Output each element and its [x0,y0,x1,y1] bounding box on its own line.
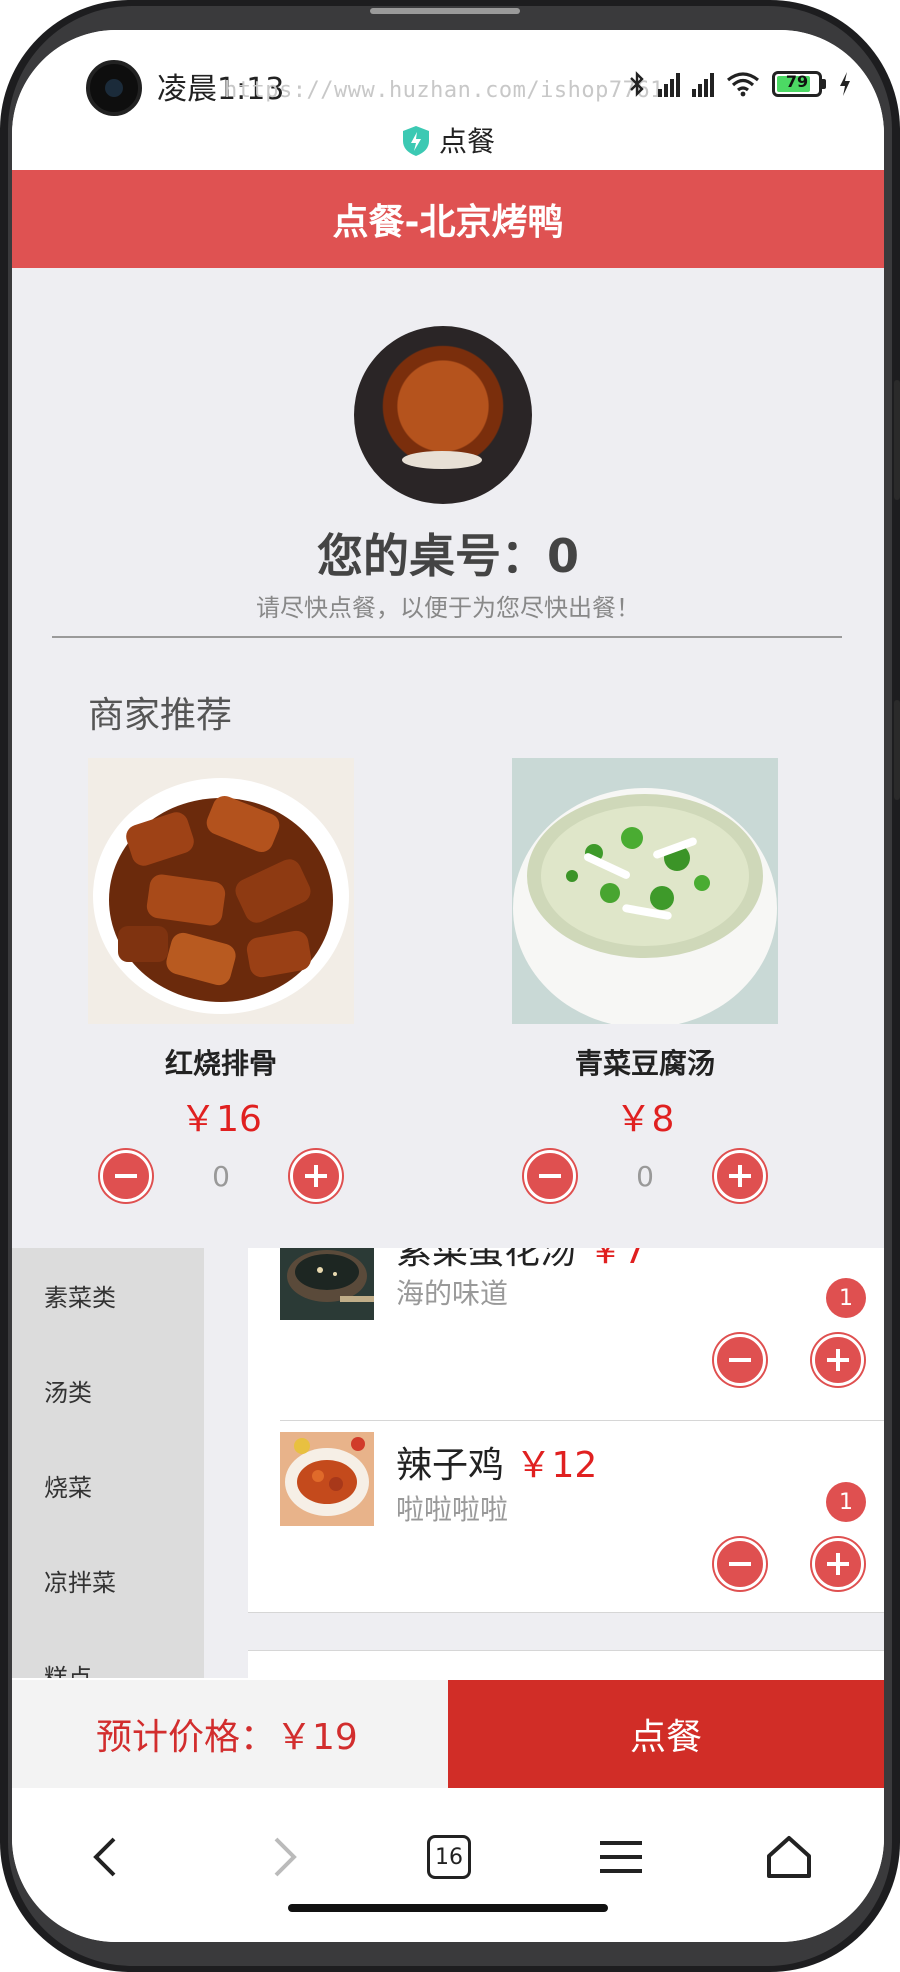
status-bar: 凌晨1:13 https://www.huzhan.com/ishop7761 [12,30,884,170]
battery-icon: 79 [772,71,826,97]
spicy-chicken-image [280,1432,374,1526]
power-button [894,700,900,800]
tofu-soup-image [512,758,778,1024]
plus-button[interactable] [812,1334,864,1386]
main-content: 您的桌号：0 请尽快点餐，以便于为您尽快出餐！ 商家推荐 红烧排骨 ￥16 0 … [12,268,884,1678]
minus-button[interactable] [714,1334,766,1386]
dish-name: 辣子鸡 ￥12 [396,1445,598,1486]
dish-desc: 啦啦啦啦 [396,1493,509,1526]
recommend-name: 红烧排骨 [164,1047,277,1080]
quantity-stepper: 0 [512,1150,778,1202]
divider [248,1612,884,1613]
home-icon[interactable] [754,1822,824,1892]
screen: 凌晨1:13 https://www.huzhan.com/ishop7761 [12,30,884,1942]
count-badge: 1 [826,1278,866,1318]
recommend-card[interactable]: 红烧排骨 ￥16 0 [88,758,354,1202]
dish-name: 紫菜蛋花汤 ￥7 [396,1248,647,1272]
signal-2-icon [692,71,714,97]
recommend-price: ￥16 [180,1099,262,1140]
quantity-value: 0 [212,1159,230,1193]
order-total: 预计价格：￥19 [12,1680,448,1788]
battery-level: 79 [785,72,809,91]
tabs-count: 16 [427,1835,471,1879]
forward-icon[interactable] [250,1822,320,1892]
quantity-value: 0 [636,1159,654,1193]
order-bar: 预计价格：￥19 点餐 [12,1680,884,1788]
category-item[interactable]: 凉拌菜 [44,1563,116,1598]
volume-button [894,380,900,500]
menu-area: 素菜类 汤类 烧菜 凉拌菜 糕点 紫菜蛋花汤 ￥7 海的味道 1 辣子鸡 ￥12… [12,1248,884,1678]
divider [52,636,842,638]
recommend-name: 青菜豆腐汤 [574,1047,715,1080]
braised-ribs-image [88,758,354,1024]
dish-list: 紫菜蛋花汤 ￥7 海的味道 1 辣子鸡 ￥12 啦啦啦啦 1 [248,1248,884,1613]
tabs-button[interactable]: 16 [414,1822,484,1892]
recommend-title: 商家推荐 [88,695,233,736]
dish-desc: 海的味道 [396,1277,509,1310]
minus-button[interactable] [524,1150,576,1202]
menu-icon[interactable] [586,1822,656,1892]
watermark-text: https://www.huzhan.com/ishop7761 [224,78,664,103]
minus-button[interactable] [714,1538,766,1590]
category-list: 素菜类 汤类 烧菜 凉拌菜 糕点 [12,1248,204,1678]
charging-icon [840,72,850,96]
seaweed-soup-image [280,1248,374,1320]
table-hint: 请尽快点餐，以便于为您尽快出餐！ [256,594,640,622]
plus-button[interactable] [713,1150,766,1202]
recommend-price: ￥8 [615,1099,675,1140]
status-icons: 79 [628,70,852,98]
category-item[interactable]: 素菜类 [44,1278,116,1313]
browser-title-text: 点餐 [438,125,495,158]
plus-button[interactable] [289,1150,342,1202]
count-badge: 1 [826,1482,866,1522]
category-item[interactable]: 烧菜 [44,1468,92,1503]
divider [280,1420,884,1421]
table-number: 您的桌号：0 [316,529,579,583]
signal-1-icon [658,71,680,97]
category-item[interactable]: 汤类 [44,1373,92,1408]
bluetooth-icon [630,71,644,97]
back-icon[interactable] [70,1822,140,1892]
shield-icon [402,126,429,156]
restaurant-avatar [354,326,532,504]
plus-button[interactable] [812,1538,864,1590]
phone-frame: 凌晨1:13 https://www.huzhan.com/ishop7761 [0,0,900,1972]
wifi-icon [727,72,759,97]
dish-list-next [248,1650,884,1678]
submit-order-button[interactable]: 点餐 [448,1680,884,1788]
app-header: 点餐-北京烤鸭 [12,170,884,268]
recommend-card[interactable]: 青菜豆腐汤 ￥8 0 [512,758,778,1202]
page-title: 点餐-北京烤鸭 [332,202,564,243]
minus-button[interactable] [100,1150,152,1202]
browser-nav-bar: 16 [12,1788,884,1942]
category-item[interactable]: 糕点 [44,1658,92,1678]
front-camera [86,60,142,116]
quantity-stepper: 0 [88,1150,354,1202]
home-indicator[interactable] [288,1904,608,1912]
speaker-slit [370,8,520,14]
browser-page-title: 点餐 [12,120,884,160]
